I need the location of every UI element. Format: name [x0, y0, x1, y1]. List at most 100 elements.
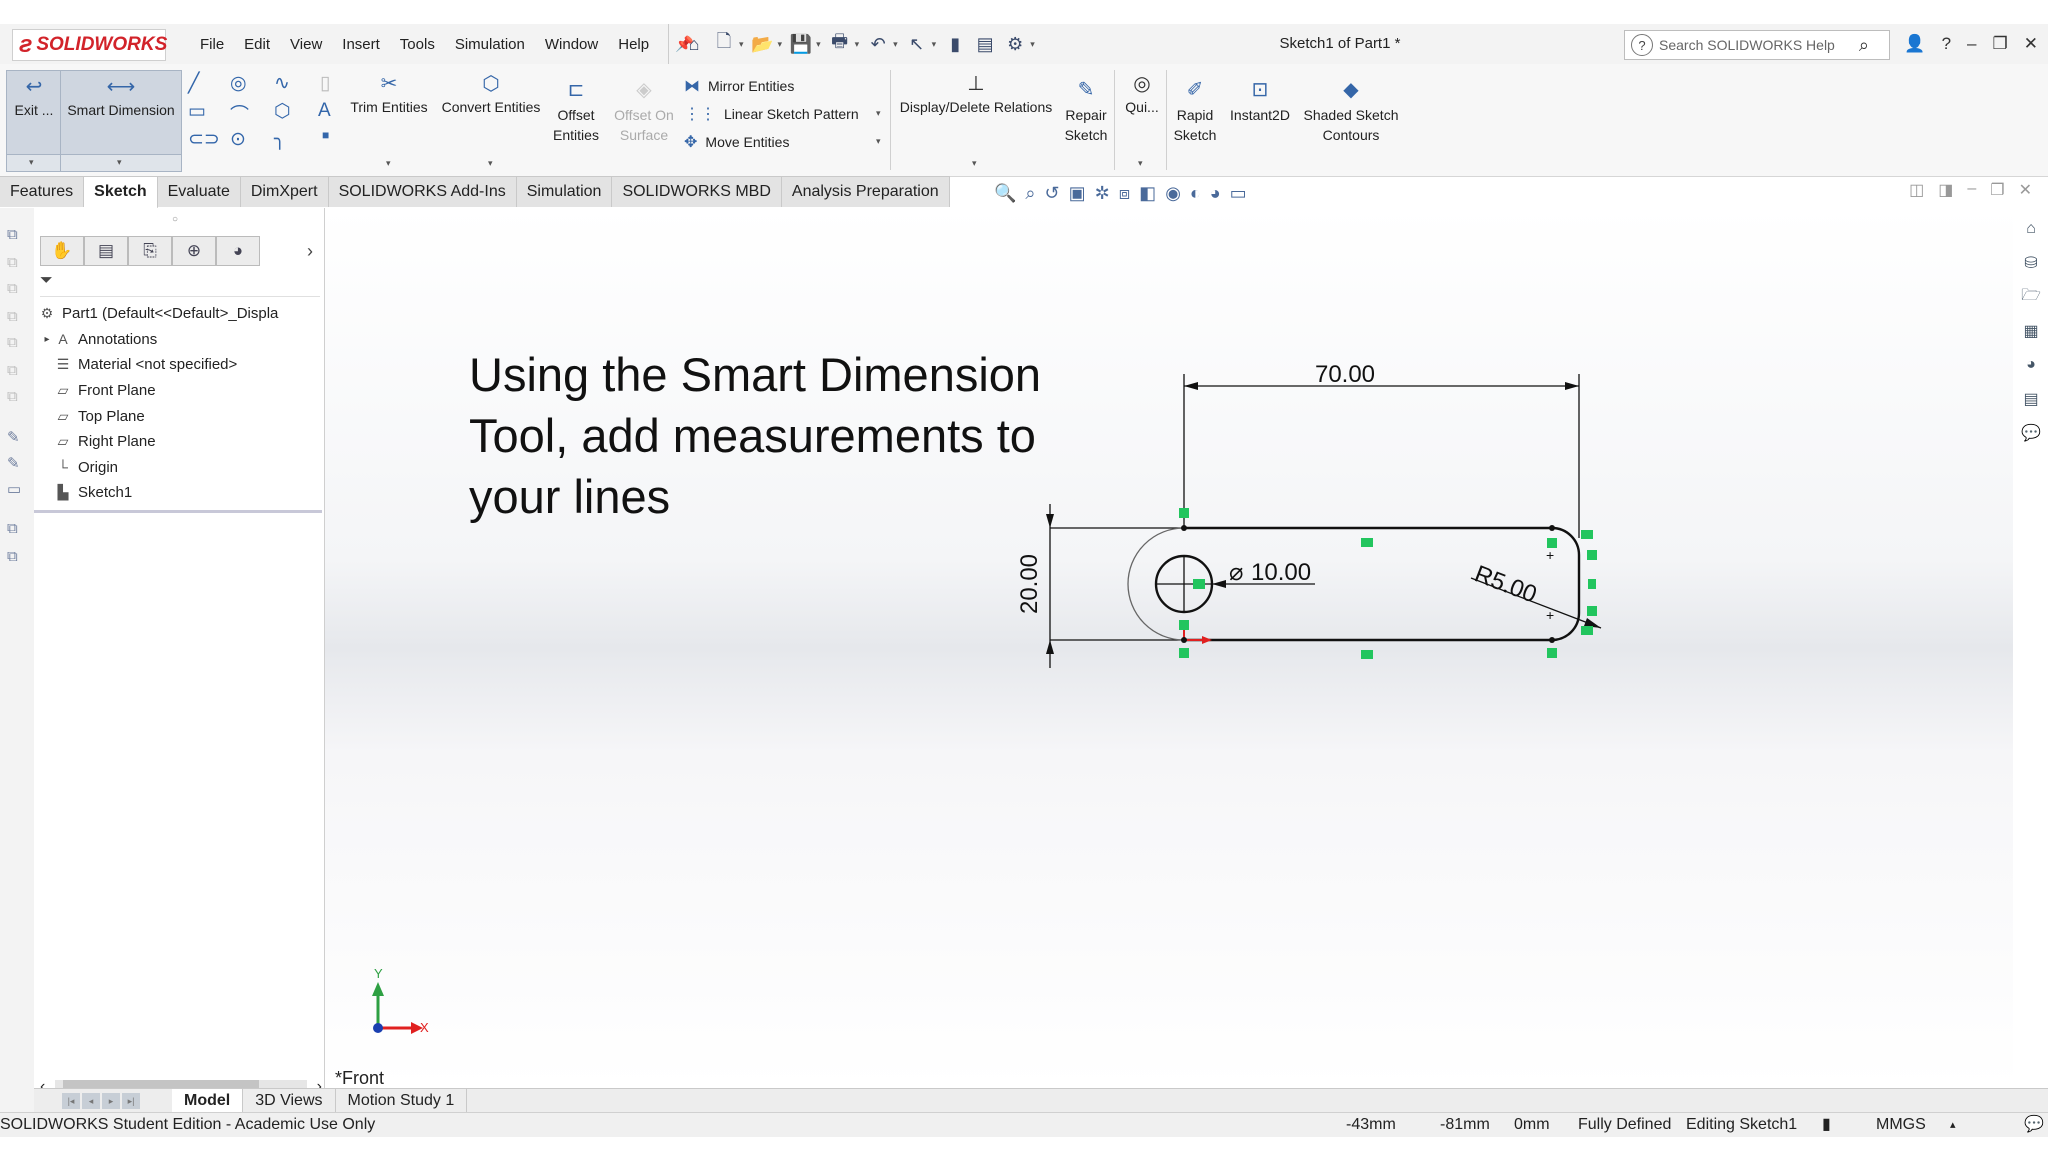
tab-analysis-preparation[interactable]: Analysis Preparation	[781, 176, 950, 207]
display-delete-relations-button[interactable]: ⊥ Display/Delete Relations	[896, 72, 1056, 115]
polygon-tool-icon[interactable]: ⬡	[274, 100, 291, 123]
print-dropdown-icon[interactable]: ▾	[855, 39, 860, 50]
convert-entities-button[interactable]: ⬡ Convert Entities	[436, 72, 546, 115]
menu-tools[interactable]: Tools	[390, 36, 445, 53]
plane-tool-icon[interactable]: ▯	[320, 72, 330, 95]
panel-grip-icon[interactable]: ○	[172, 214, 178, 225]
line-tool-icon[interactable]: ╱	[188, 72, 199, 95]
exit-dropdown[interactable]: ▾	[6, 154, 62, 172]
feature-icon[interactable]: ⧉	[7, 308, 27, 328]
rollback-bar[interactable]	[34, 509, 322, 513]
feature-icon[interactable]: ⧉	[7, 388, 27, 408]
convert-dropdown-icon[interactable]: ▾	[488, 158, 493, 169]
viewport-left-icon[interactable]: ◫	[1909, 180, 1924, 200]
tab-mbd[interactable]: SOLIDWORKS MBD	[612, 176, 782, 207]
tree-item-origin[interactable]: └ Origin	[34, 455, 324, 481]
scene-icon[interactable]: ◕	[1210, 183, 1221, 204]
menu-insert[interactable]: Insert	[332, 36, 390, 53]
view-orientation-icon[interactable]: ⧈	[1119, 183, 1130, 204]
sketch-tool-icon[interactable]: ✎	[7, 454, 27, 474]
layer-icon[interactable]: ⧉	[7, 520, 27, 540]
zoom-area-icon[interactable]: ⌕	[1025, 183, 1035, 204]
viewport-right-icon[interactable]: ◨	[1938, 180, 1953, 200]
sketch-tool-icon[interactable]: ✎	[7, 428, 27, 448]
options-gear-icon[interactable]: ⚙	[1004, 33, 1026, 55]
spline-tool-icon[interactable]: ∿	[274, 72, 290, 95]
tab-simulation[interactable]: Simulation	[516, 176, 613, 207]
solidworks-logo[interactable]: ƨ SOLIDWORKS	[12, 29, 167, 61]
help-search[interactable]: ? Search SOLIDWORKS Help ⌕	[1624, 30, 1890, 60]
feature-icon[interactable]: ⧉	[7, 334, 27, 354]
first-tab-icon[interactable]: |◂	[62, 1093, 80, 1109]
relations-dropdown-icon[interactable]: ▾	[972, 158, 977, 169]
unit-system[interactable]: MMGS	[1876, 1113, 1926, 1137]
new-dropdown-icon[interactable]: ▾	[739, 39, 744, 50]
graphics-area[interactable]: Using the Smart Dimension Tool, add meas…	[325, 208, 2013, 1088]
options-dropdown-icon[interactable]: ▾	[1030, 39, 1035, 50]
feature-icon[interactable]: ⧉	[7, 280, 27, 300]
linear-sketch-pattern-button[interactable]: ⋮⋮ Linear Sketch Pattern	[684, 104, 859, 124]
tab-features[interactable]: Features	[0, 176, 85, 207]
new-document-icon[interactable]: 🗋	[713, 31, 735, 55]
sketch-tool-icon[interactable]: ▭	[7, 480, 27, 500]
viewport-minimize-icon[interactable]: –	[1967, 180, 1976, 200]
dimxpertmanager-tab-icon[interactable]: ⊕	[172, 236, 216, 266]
solidworks-resources-icon[interactable]: ⌂	[2018, 216, 2044, 242]
rebuild-icon[interactable]: ▮	[944, 33, 966, 55]
select-arrow-icon[interactable]: ↖	[906, 33, 928, 55]
tab-motion-study[interactable]: Motion Study 1	[336, 1089, 468, 1113]
tree-filter[interactable]: ⏷	[40, 272, 320, 297]
tree-item-material[interactable]: ☰ Material <not specified>	[34, 352, 324, 378]
rebuild-status-icon[interactable]: ▮	[1822, 1113, 1831, 1137]
pattern-dropdown-icon[interactable]: ▾	[876, 108, 881, 119]
tree-item-annotations[interactable]: ▸ A Annotations	[34, 327, 324, 353]
fillet-tool-icon[interactable]: ╮	[274, 128, 285, 151]
section-view-icon[interactable]: ▣	[1069, 183, 1086, 204]
display-style-icon[interactable]: ◧	[1139, 183, 1156, 204]
quick-snaps-dropdown-icon[interactable]: ▾	[1138, 158, 1143, 169]
view-settings-icon[interactable]: ▭	[1230, 183, 1247, 204]
mirror-entities-button[interactable]: ⧓ Mirror Entities	[684, 76, 794, 96]
select-dropdown-icon[interactable]: ▾	[932, 39, 937, 50]
ellipse-tool-icon[interactable]: ⊙	[230, 128, 246, 151]
menu-simulation[interactable]: Simulation	[445, 36, 535, 53]
offset-entities-button[interactable]: ⊏ Offset Entities	[548, 78, 604, 145]
feature-icon[interactable]: ⧉	[7, 362, 27, 382]
edit-appearance-icon[interactable]: ◐	[1190, 183, 1201, 204]
rectangle-tool-icon[interactable]: ▭	[188, 100, 206, 123]
tab-evaluate[interactable]: Evaluate	[157, 176, 241, 207]
tree-item-part[interactable]: ⚙ Part1 (Default<<Default>_Displa	[34, 301, 324, 327]
close-icon[interactable]: ✕	[2024, 34, 2038, 54]
menu-edit[interactable]: Edit	[234, 36, 280, 53]
expand-icon[interactable]: ▸	[40, 334, 54, 345]
point-tool-icon[interactable]: ■	[322, 128, 329, 142]
hide-show-icon[interactable]: ◉	[1165, 183, 1181, 204]
zoom-to-fit-icon[interactable]: 🔍	[994, 183, 1016, 204]
home-icon[interactable]: ⌂	[683, 33, 705, 55]
instant2d-button[interactable]: ⊡ Instant2D	[1224, 78, 1296, 125]
arc-tool-icon[interactable]: ⌒	[230, 100, 249, 127]
menu-file[interactable]: File	[190, 36, 234, 53]
notifications-icon[interactable]: 💬	[2024, 1113, 2044, 1137]
tab-sketch[interactable]: Sketch	[84, 176, 158, 209]
tree-item-top-plane[interactable]: ▱ Top Plane	[34, 403, 324, 429]
text-tool-icon[interactable]: A	[318, 100, 331, 122]
offset-on-surface-button[interactable]: ◈ Offset On Surface	[606, 78, 682, 145]
expand-tabs-icon[interactable]: ›	[300, 236, 320, 266]
slot-tool-icon[interactable]: ⊂⊃	[188, 128, 220, 151]
undo-icon[interactable]: ↶	[867, 33, 889, 55]
menu-help[interactable]: Help	[608, 36, 659, 53]
configurationmanager-tab-icon[interactable]: ⎘	[128, 236, 172, 266]
repair-sketch-button[interactable]: ✎ Repair Sketch	[1060, 78, 1112, 145]
user-icon[interactable]: 👤	[1904, 34, 1925, 54]
feature-icon[interactable]: ⧉	[7, 226, 27, 246]
help-icon[interactable]: ?	[1942, 34, 1951, 54]
save-dropdown-icon[interactable]: ▾	[816, 39, 821, 50]
menu-view[interactable]: View	[280, 36, 332, 53]
custom-properties-icon[interactable]: ▤	[2018, 386, 2044, 412]
smart-dimension-button[interactable]: ⟷ Smart Dimension	[60, 70, 182, 156]
trim-entities-button[interactable]: ✂ Trim Entities	[346, 72, 432, 115]
viewport-restore-icon[interactable]: ❐	[1990, 180, 2004, 200]
tree-item-right-plane[interactable]: ▱ Right Plane	[34, 429, 324, 455]
featuremanager-tab-icon[interactable]: ✋	[40, 236, 84, 266]
